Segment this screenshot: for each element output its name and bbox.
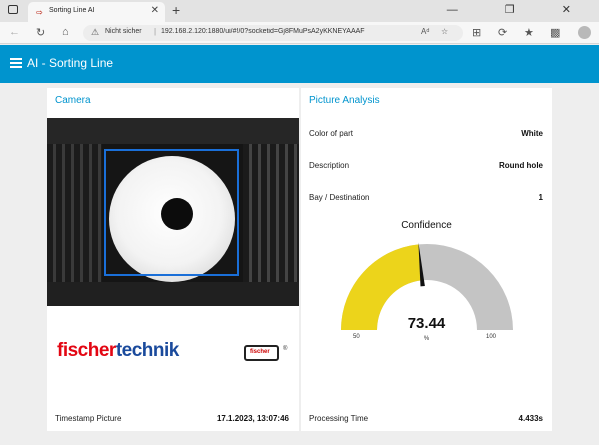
node-red-favicon-icon: ⇨ — [36, 8, 43, 17]
address-bar[interactable]: ⚠ Nicht sicher | 192.168.2.120:1880/ui/#… — [83, 25, 463, 41]
camera-card: Camera fischertechnik fischer ® Timestam… — [47, 88, 299, 431]
url-text[interactable]: 192.168.2.120:1880/ui/#!/0?socketid=Gj8F… — [161, 28, 391, 35]
security-label[interactable]: Nicht sicher — [105, 28, 142, 35]
gauge-value: 73.44 — [407, 315, 446, 332]
gauge-unit: % — [423, 336, 430, 342]
app-title: AI - Sorting Line — [27, 56, 114, 70]
analysis-card: Picture Analysis Color of part White Des… — [301, 88, 552, 431]
color-label: Color of part — [309, 129, 354, 138]
registered-mark: ® — [283, 346, 288, 352]
camera-image — [47, 118, 299, 306]
description-label: Description — [309, 161, 350, 170]
url-separator: | — [154, 27, 157, 36]
window-controls[interactable]: — ❐ ✕ — [447, 3, 593, 16]
browser-toolbar: ← ↻ ⌂ ⚠ Nicht sicher | 192.168.2.120:188… — [0, 22, 599, 44]
tab-close-icon[interactable]: ✕ — [151, 5, 159, 16]
home-icon[interactable]: ⌂ — [62, 26, 69, 38]
star-add-icon[interactable]: ☆ — [441, 27, 448, 36]
collections-icon[interactable]: ▩ — [550, 26, 560, 39]
app-header: AI - Sorting Line — [0, 45, 599, 83]
warning-icon[interactable]: ⚠ — [91, 27, 99, 38]
read-aloud-icon[interactable]: Aᵈ — [421, 27, 429, 36]
extensions-icon[interactable]: ⊞ — [472, 26, 481, 39]
bay-label: Bay / Destination — [309, 193, 370, 202]
analysis-card-title: Picture Analysis — [309, 95, 380, 106]
description-value: Round hole — [499, 161, 543, 170]
gauge-min: 50 — [353, 334, 360, 340]
refresh-icon[interactable]: ↻ — [36, 26, 45, 39]
gauge-max: 100 — [486, 334, 497, 340]
favorites-icon[interactable]: ★ — [524, 26, 534, 39]
new-tab-button[interactable]: + — [172, 2, 180, 18]
processing-label: Processing Time — [309, 414, 369, 423]
window-menu-icon[interactable] — [8, 5, 18, 14]
fischertechnik-logo: fischertechnik — [57, 340, 179, 361]
tab-title: Sorting Line AI — [49, 7, 95, 14]
back-arrow-icon[interactable]: ← — [9, 26, 20, 38]
camera-card-title: Camera — [55, 95, 91, 106]
profile-avatar[interactable] — [578, 26, 591, 39]
bay-value: 1 — [538, 193, 543, 202]
gauge-title: Confidence — [401, 220, 452, 231]
detection-box — [104, 149, 239, 276]
color-value: White — [521, 129, 543, 138]
fischer-badge-icon: fischer — [244, 345, 279, 361]
browser-tab-bar: ⇨ Sorting Line AI ✕ + — ❐ ✕ — [0, 0, 599, 22]
timestamp-value: 17.1.2023, 13:07:46 — [216, 414, 289, 423]
menu-icon[interactable] — [10, 58, 22, 68]
timestamp-label: Timestamp Picture — [55, 414, 122, 423]
sync-icon[interactable]: ⟳ — [498, 26, 507, 39]
processing-value: 4.433s — [518, 414, 543, 423]
browser-tab[interactable]: ⇨ Sorting Line AI ✕ — [28, 2, 165, 22]
